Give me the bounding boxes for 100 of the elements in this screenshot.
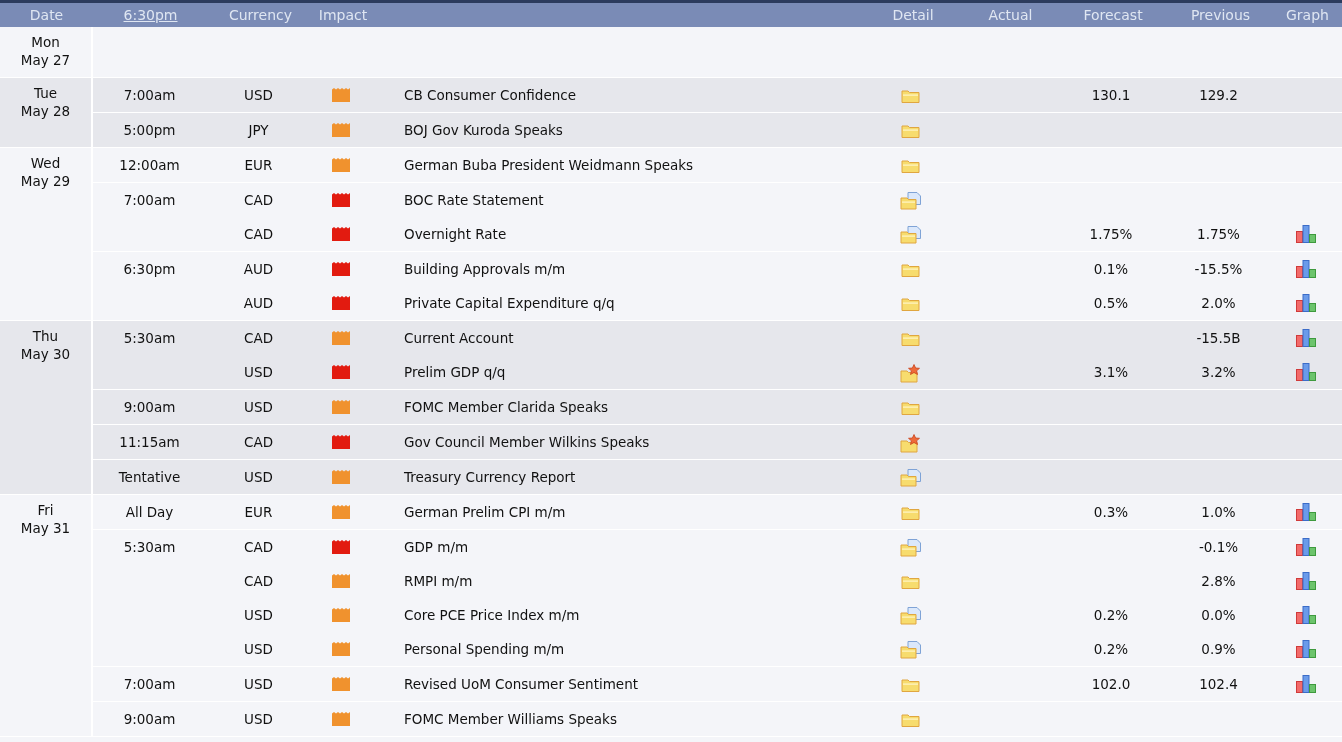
forecast-cell: 102.0	[1091, 676, 1131, 692]
time-cell: 6:30pm	[123, 261, 176, 277]
event-title[interactable]: BOJ Gov Kuroda Speaks	[404, 122, 563, 138]
bar-chart-icon[interactable]	[1295, 640, 1316, 658]
folder-icon[interactable]	[901, 712, 921, 728]
time-cell: 9:00am	[123, 711, 176, 727]
currency-cell: USD	[244, 469, 273, 485]
time-cell: 5:30am	[123, 539, 176, 555]
folder-star-icon[interactable]	[900, 363, 922, 383]
bar-chart-icon[interactable]	[1295, 675, 1316, 693]
date-cell: Thu May 30	[20, 327, 71, 363]
column-header: Currency	[227, 7, 294, 23]
folder-icon[interactable]	[901, 158, 921, 174]
previous-cell: -15.5%	[1194, 261, 1243, 277]
time-cell: 7:00am	[123, 87, 176, 103]
event-title[interactable]: German Prelim CPI m/m	[404, 504, 566, 520]
folder-icon[interactable]	[901, 296, 921, 312]
folder-document-icon[interactable]	[900, 539, 922, 557]
currency-cell: CAD	[243, 434, 274, 450]
time-cell: 9:00am	[123, 399, 176, 415]
forecast-cell: 0.5%	[1093, 295, 1129, 311]
previous-cell: 2.8%	[1201, 573, 1236, 589]
forecast-cell: 130.1	[1091, 87, 1131, 103]
folder-icon[interactable]	[901, 331, 921, 347]
event-title[interactable]: Overnight Rate	[404, 226, 507, 242]
event-title[interactable]: Private Capital Expenditure q/q	[404, 295, 615, 311]
bar-chart-icon[interactable]	[1295, 294, 1316, 312]
folder-document-icon[interactable]	[900, 641, 922, 659]
currency-cell: EUR	[244, 157, 273, 173]
folder-icon[interactable]	[901, 574, 921, 590]
time-cell: 11:15am	[119, 434, 180, 450]
time-cell: Tentative	[118, 469, 181, 485]
folder-icon[interactable]	[901, 123, 921, 139]
event-title[interactable]: German Buba President Weidmann Speaks	[404, 157, 694, 173]
previous-cell: 129.2	[1199, 87, 1238, 103]
currency-cell: CAD	[243, 539, 274, 555]
currency-cell: USD	[244, 364, 273, 380]
column-header: Previous	[1189, 7, 1252, 23]
folder-icon[interactable]	[901, 505, 921, 521]
folder-document-icon[interactable]	[900, 607, 922, 625]
folder-document-icon[interactable]	[900, 226, 922, 244]
event-title[interactable]: Building Approvals m/m	[404, 261, 566, 277]
bar-chart-icon[interactable]	[1295, 572, 1316, 590]
event-title[interactable]: Revised UoM Consumer Sentiment	[404, 676, 638, 692]
forecast-cell: 0.1%	[1093, 261, 1129, 277]
folder-icon[interactable]	[901, 400, 921, 416]
time-cell: 5:00pm	[123, 122, 176, 138]
folder-document-icon[interactable]	[900, 192, 922, 210]
currency-cell: USD	[244, 641, 273, 657]
column-header: Detail	[891, 7, 935, 23]
previous-cell: 102.4	[1199, 676, 1238, 692]
previous-cell: -15.5B	[1196, 330, 1241, 346]
currency-cell: CAD	[243, 573, 274, 589]
bar-chart-icon[interactable]	[1295, 503, 1316, 521]
time-cell: 7:00am	[123, 192, 176, 208]
event-title[interactable]: Core PCE Price Index m/m	[404, 607, 580, 623]
date-cell: Tue May 28	[20, 84, 71, 120]
currency-cell: CAD	[243, 330, 274, 346]
currency-cell: USD	[244, 607, 273, 623]
previous-cell: 3.2%	[1201, 364, 1236, 380]
previous-cell: 0.9%	[1201, 641, 1236, 657]
currency-cell: USD	[244, 711, 273, 727]
folder-icon[interactable]	[901, 88, 921, 104]
event-title[interactable]: FOMC Member Williams Speaks	[404, 711, 617, 727]
event-title[interactable]: Prelim GDP q/q	[404, 364, 506, 380]
currency-cell: USD	[244, 87, 273, 103]
event-title[interactable]: Current Account	[404, 330, 514, 346]
bar-chart-icon[interactable]	[1295, 260, 1316, 278]
folder-icon[interactable]	[901, 677, 921, 693]
currency-cell: JPY	[248, 122, 269, 138]
event-title[interactable]: Treasury Currency Report	[404, 469, 576, 485]
previous-cell: 2.0%	[1201, 295, 1236, 311]
column-header: Graph	[1285, 7, 1330, 23]
event-title[interactable]: FOMC Member Clarida Speaks	[404, 399, 609, 415]
bar-chart-icon[interactable]	[1295, 225, 1316, 243]
previous-cell: 1.75%	[1197, 226, 1240, 242]
bar-chart-icon[interactable]	[1295, 363, 1316, 381]
bar-chart-icon[interactable]	[1295, 538, 1316, 556]
event-title[interactable]: BOC Rate Statement	[404, 192, 544, 208]
folder-icon[interactable]	[901, 262, 921, 278]
forecast-cell: 3.1%	[1093, 364, 1129, 380]
folder-star-icon[interactable]	[900, 433, 922, 453]
event-title[interactable]: RMPI m/m	[404, 573, 473, 589]
bar-chart-icon[interactable]	[1295, 606, 1316, 624]
currency-cell: AUD	[243, 295, 274, 311]
folder-document-icon[interactable]	[900, 469, 922, 487]
date-cell: Mon May 27	[20, 33, 71, 69]
currency-cell: EUR	[244, 504, 273, 520]
column-header: Impact	[317, 7, 369, 23]
event-title[interactable]: GDP m/m	[404, 539, 469, 555]
previous-cell: 1.0%	[1201, 504, 1236, 520]
event-title[interactable]: Gov Council Member Wilkins Speaks	[404, 434, 650, 450]
event-title[interactable]: CB Consumer Confidence	[404, 87, 576, 103]
event-title[interactable]: Personal Spending m/m	[404, 641, 565, 657]
time-cell: 5:30am	[123, 330, 176, 346]
time-cell: All Day	[125, 504, 174, 520]
bar-chart-icon[interactable]	[1295, 329, 1316, 347]
currency-cell: CAD	[243, 192, 274, 208]
previous-cell: 0.0%	[1201, 607, 1236, 623]
time-cell: 7:00am	[123, 676, 176, 692]
